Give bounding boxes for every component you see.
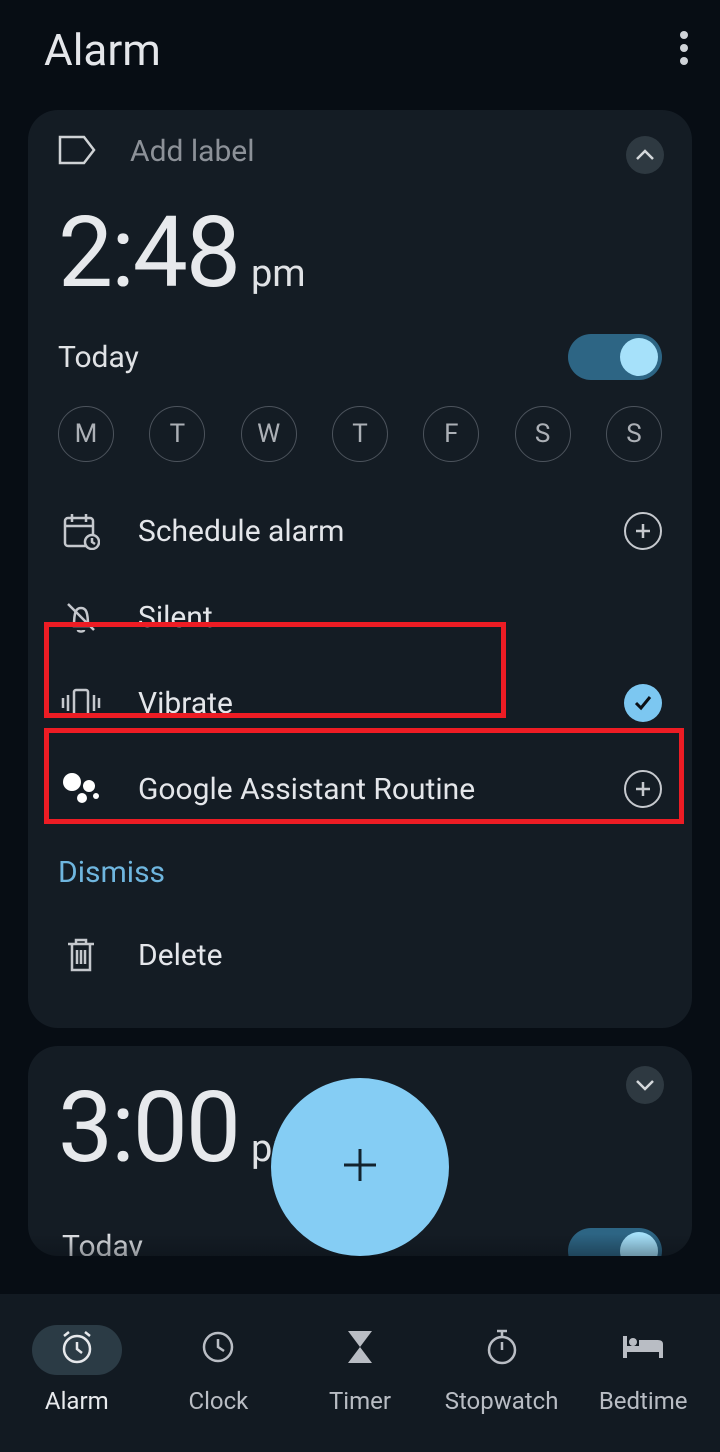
day-sat[interactable]: S (515, 406, 571, 462)
add-routine-icon[interactable] (624, 770, 662, 808)
assistant-routine-row[interactable]: Google Assistant Routine (58, 746, 662, 832)
trash-icon (58, 936, 104, 974)
nav-clock-label: Clock (188, 1387, 248, 1415)
label-placeholder: Add label (130, 134, 255, 169)
label-icon (58, 135, 96, 169)
nav-stopwatch[interactable]: Stopwatch (432, 1325, 572, 1415)
vibrate-icon (58, 687, 104, 719)
clock-icon (200, 1329, 236, 1371)
sound-row[interactable]: Silent (58, 574, 662, 660)
plus-icon (339, 1144, 381, 1190)
alarm-card-expanded: Add label 2:48 pm Today M T W T F S S Sc… (28, 110, 692, 1028)
chevron-up-icon (635, 146, 655, 165)
bed-icon (621, 1332, 665, 1368)
chevron-down-icon (635, 1076, 655, 1095)
day-mon[interactable]: M (58, 406, 114, 462)
nav-bedtime-label: Bedtime (599, 1387, 688, 1415)
alarm-ampm: pm (251, 252, 306, 296)
day-tue[interactable]: T (149, 406, 205, 462)
assistant-icon (58, 772, 104, 806)
alarm-time-button[interactable]: 2:48 pm (58, 195, 662, 310)
alarm-icon (58, 1328, 96, 1372)
delete-label: Delete (138, 938, 223, 973)
day-fri[interactable]: F (423, 406, 479, 462)
add-schedule-icon[interactable] (624, 512, 662, 550)
alarm-toggle[interactable] (568, 334, 662, 380)
expand-button[interactable] (626, 1066, 664, 1104)
calendar-icon (58, 512, 104, 550)
add-alarm-fab[interactable] (271, 1078, 449, 1256)
nav-clock[interactable]: Clock (148, 1325, 288, 1415)
day-thu[interactable]: T (332, 406, 388, 462)
day-sun[interactable]: S (606, 406, 662, 462)
more-options-icon[interactable] (680, 31, 688, 69)
vibrate-row[interactable]: Vibrate (58, 660, 662, 746)
bottom-navigation: Alarm Clock Timer Stopwatch Bedtime (0, 1294, 720, 1452)
nav-alarm-label: Alarm (45, 1387, 109, 1415)
day-wed[interactable]: W (241, 406, 297, 462)
delete-row[interactable]: Delete (58, 912, 662, 998)
alarm-time-2: 3:00 (58, 1070, 239, 1185)
nav-timer-label: Timer (329, 1387, 391, 1415)
stopwatch-icon (484, 1328, 520, 1372)
weekday-selector: M T W T F S S (58, 406, 662, 462)
page-title: Alarm (44, 24, 161, 76)
vibrate-checked-icon (624, 684, 662, 722)
nav-timer[interactable]: Timer (290, 1325, 430, 1415)
when-label: Today (58, 340, 139, 375)
alarm-time: 2:48 (58, 195, 239, 310)
nav-bedtime[interactable]: Bedtime (573, 1325, 713, 1415)
nav-alarm[interactable]: Alarm (7, 1325, 147, 1415)
bell-off-icon (58, 598, 104, 636)
nav-stopwatch-label: Stopwatch (445, 1387, 559, 1415)
dismiss-button[interactable]: Dismiss (58, 839, 165, 906)
vibrate-label: Vibrate (138, 686, 233, 721)
schedule-label: Schedule alarm (138, 514, 344, 549)
collapse-button[interactable] (626, 136, 664, 174)
hourglass-icon (344, 1329, 376, 1371)
sound-label: Silent (138, 600, 213, 635)
add-label-row[interactable]: Add label (58, 134, 662, 169)
schedule-alarm-row[interactable]: Schedule alarm (58, 488, 662, 574)
assistant-label: Google Assistant Routine (138, 772, 475, 807)
